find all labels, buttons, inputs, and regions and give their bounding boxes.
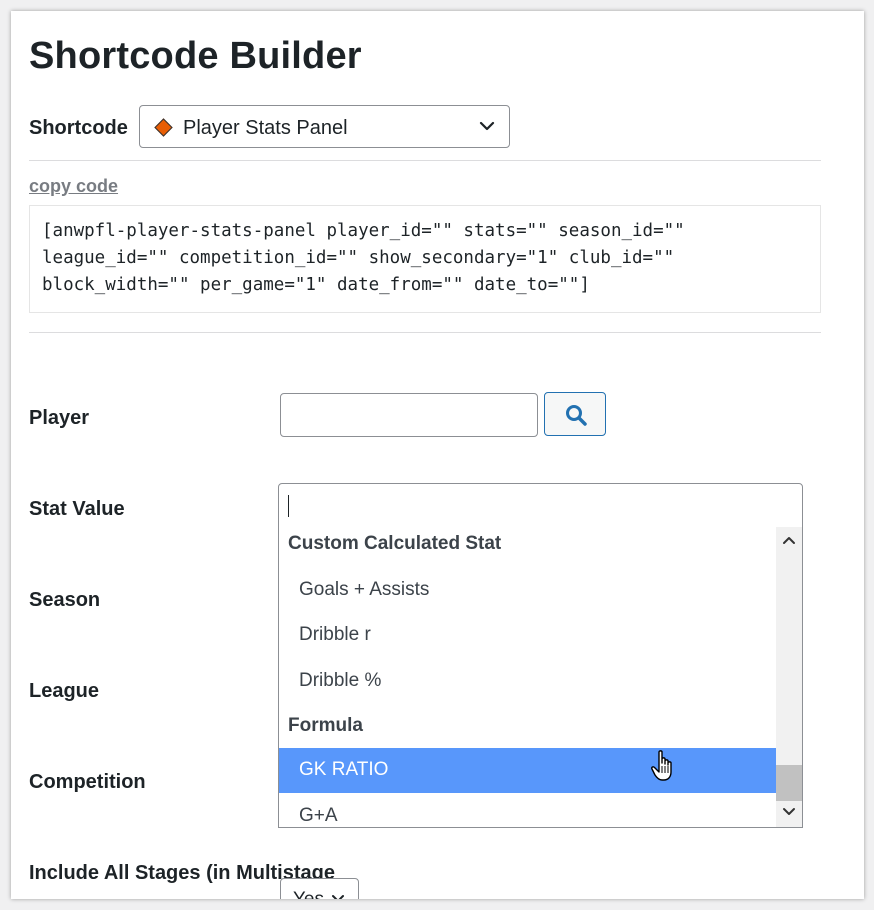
divider: [29, 332, 821, 333]
include-all-stages-value: Yes: [293, 889, 324, 899]
dropdown-option-label: GK RATIO: [299, 759, 389, 780]
divider: [29, 160, 821, 161]
dropdown-scrollbar[interactable]: [776, 527, 802, 827]
chevron-down-icon: [332, 895, 344, 899]
scroll-up-arrow-icon[interactable]: [781, 533, 797, 547]
code-line: block_width="" per_game="1" date_from=""…: [42, 275, 590, 295]
search-icon: [566, 405, 587, 426]
dropdown-group-label: Custom Calculated Stat: [288, 533, 502, 554]
scrollbar-thumb[interactable]: [776, 765, 802, 801]
dropdown-option[interactable]: Dribble %: [279, 659, 776, 704]
code-line: league_id="" competition_id="" show_seco…: [42, 248, 675, 268]
hand-pointer-cursor-icon: [651, 750, 672, 781]
shortcode-code-box[interactable]: [anwpfl-player-stats-panel player_id="" …: [29, 205, 821, 313]
dropdown-option[interactable]: G+A: [279, 794, 776, 827]
dropdown-option[interactable]: Goals + Assists: [279, 568, 776, 613]
text-caret: [288, 495, 289, 517]
stat-value-search-input[interactable]: [278, 483, 803, 528]
dropdown-option[interactable]: GK RATIO: [279, 748, 776, 793]
player-label: Player: [29, 407, 90, 429]
include-all-stages-select[interactable]: Yes: [280, 878, 359, 899]
shortcode-selected-value: Player Stats Panel: [183, 117, 348, 139]
shortcode-select[interactable]: Player Stats Panel: [139, 105, 510, 148]
player-search-button[interactable]: [544, 392, 606, 436]
chevron-down-icon: [479, 121, 495, 131]
dropdown-group-label: Formula: [288, 715, 363, 736]
shortcode-builder-panel: Shortcode Builder Shortcode Player Stats…: [11, 11, 864, 899]
league-label: League: [29, 680, 100, 702]
dropdown-option[interactable]: Dribble r: [279, 613, 776, 658]
orange-diamond-icon: [154, 118, 173, 137]
dropdown-option-label: Dribble %: [299, 670, 382, 691]
scroll-down-arrow-icon[interactable]: [781, 805, 797, 819]
dropdown-option-label: Goals + Assists: [299, 579, 430, 600]
season-label: Season: [29, 589, 101, 611]
dropdown-option-label: Dribble r: [299, 624, 371, 645]
dropdown-option-label: G+A: [299, 805, 338, 826]
stat-value-dropdown[interactable]: Custom Calculated Stat Goals + Assists Dri…: [278, 527, 803, 828]
player-input[interactable]: [280, 393, 538, 437]
shortcode-label: Shortcode: [29, 117, 128, 139]
stat-value-label: Stat Value: [29, 498, 125, 520]
page-title: Shortcode Builder: [29, 35, 362, 77]
competition-label: Competition: [29, 771, 146, 793]
copy-code-link[interactable]: copy code: [29, 176, 118, 197]
code-line: [anwpfl-player-stats-panel player_id="" …: [42, 221, 685, 241]
